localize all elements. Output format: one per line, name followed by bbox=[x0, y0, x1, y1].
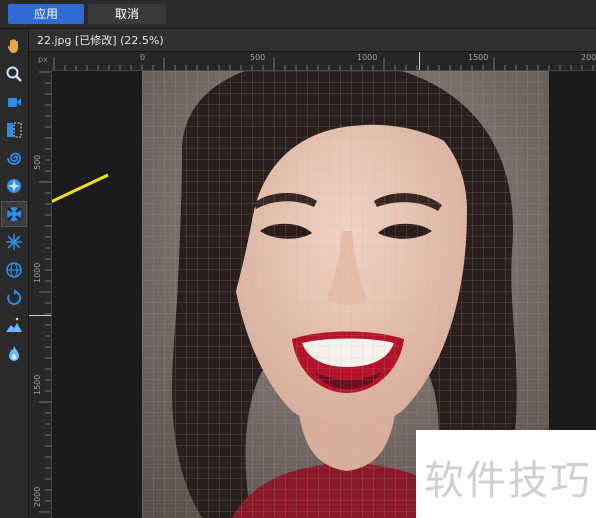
liquify-toolbar bbox=[0, 29, 29, 518]
vruler-label-500: 500 bbox=[33, 154, 42, 170]
freeze-icon bbox=[6, 317, 22, 332]
hruler-label-2000: 200 bbox=[581, 53, 596, 62]
watermark-box: 软件技巧 bbox=[416, 430, 596, 518]
horizontal-ruler: 0 500 1000 1500 200 bbox=[52, 52, 596, 71]
sphere-icon bbox=[6, 262, 22, 278]
turbulence-icon bbox=[6, 234, 22, 250]
horizontal-ruler-ticks bbox=[53, 58, 594, 70]
punch-icon bbox=[7, 207, 21, 221]
top-action-bar: 应用 取消 bbox=[0, 0, 596, 29]
freeze-tool[interactable] bbox=[2, 314, 26, 338]
zoom-icon bbox=[6, 66, 22, 82]
rotate-icon bbox=[7, 289, 22, 305]
apply-button[interactable]: 应用 bbox=[8, 4, 84, 24]
push-left-icon bbox=[7, 122, 22, 138]
cancel-button[interactable]: 取消 bbox=[88, 4, 166, 24]
vruler-cursor-marker bbox=[29, 315, 51, 316]
thaw-icon bbox=[9, 346, 19, 361]
vruler-label-2000: 2000 bbox=[33, 486, 42, 507]
watermark-text: 软件技巧 bbox=[424, 458, 592, 504]
twirl-icon bbox=[7, 152, 21, 165]
push-left-tool[interactable] bbox=[2, 118, 26, 142]
pinch-icon bbox=[7, 179, 21, 193]
punch-tool[interactable] bbox=[1, 201, 27, 227]
vruler-label-1000: 1000 bbox=[33, 262, 42, 283]
vertical-ruler: 500 1000 1500 2000 bbox=[29, 70, 52, 518]
hruler-label-0: 0 bbox=[140, 53, 146, 62]
annotation-arrow bbox=[52, 173, 109, 204]
thaw-tool[interactable] bbox=[2, 342, 26, 366]
twirl-tool[interactable] bbox=[2, 146, 26, 170]
pinch-tool[interactable] bbox=[2, 174, 26, 198]
hruler-label-1000: 1000 bbox=[357, 53, 378, 62]
ruler-unit-label: px bbox=[38, 55, 48, 64]
zoom-tool[interactable] bbox=[2, 62, 26, 86]
document-title: 22.jpg [已修改] (22.5%) bbox=[37, 34, 164, 47]
push-forward-tool[interactable] bbox=[2, 90, 26, 114]
vertical-ruler-ticks bbox=[39, 71, 51, 513]
sphere-tool[interactable] bbox=[2, 258, 26, 282]
hand-tool[interactable] bbox=[2, 34, 26, 58]
hruler-label-1500: 1500 bbox=[468, 53, 489, 62]
push-forward-icon bbox=[8, 98, 21, 107]
hand-icon bbox=[7, 39, 18, 53]
document-tab[interactable]: 22.jpg [已修改] (22.5%) bbox=[29, 29, 596, 52]
vruler-label-1500: 1500 bbox=[33, 374, 42, 395]
hruler-label-500: 500 bbox=[250, 53, 266, 62]
rotate-tool[interactable] bbox=[2, 286, 26, 310]
ruler-corner: px bbox=[29, 52, 52, 70]
turbulence-tool[interactable] bbox=[2, 230, 26, 254]
hruler-cursor-marker bbox=[419, 52, 420, 70]
